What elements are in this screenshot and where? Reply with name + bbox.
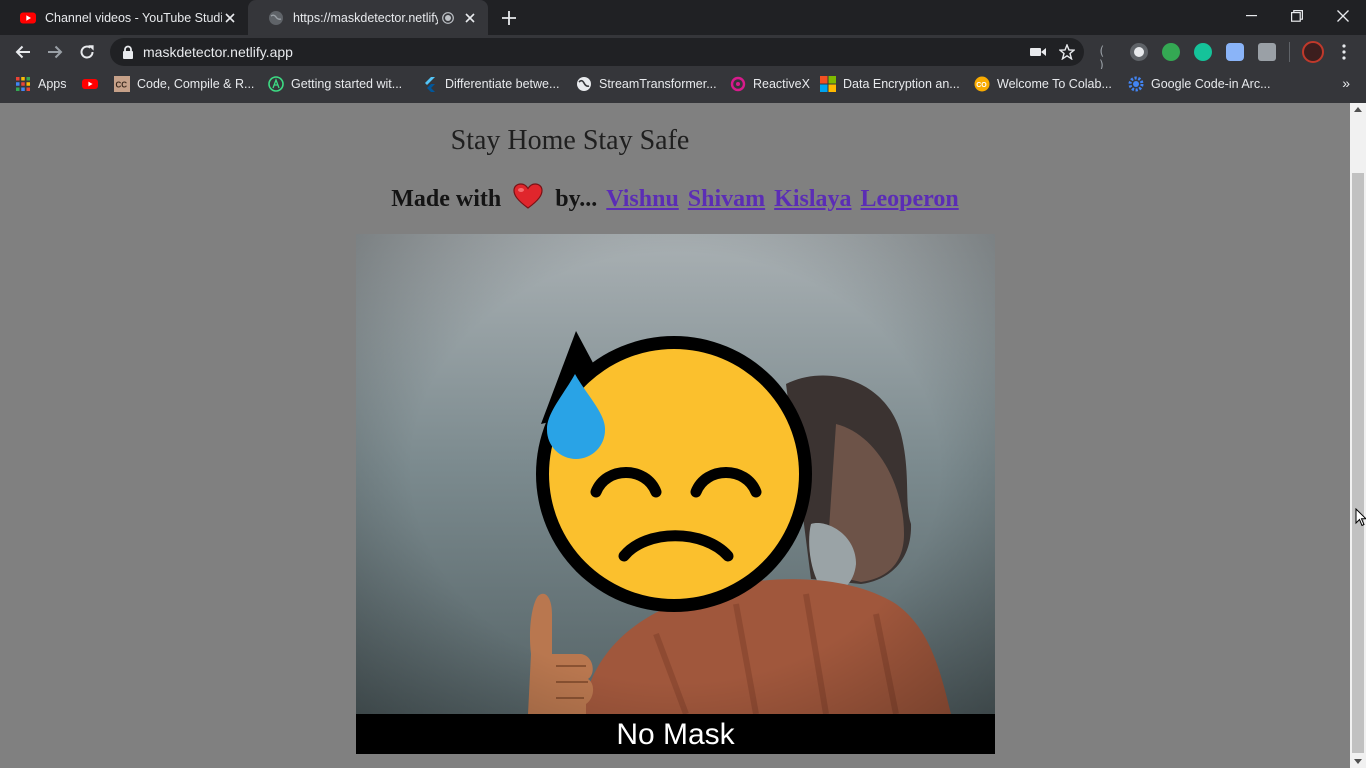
toolbar-divider bbox=[1289, 42, 1290, 62]
svg-text:CC: CC bbox=[116, 81, 128, 90]
android-studio-icon bbox=[268, 76, 284, 92]
gear-icon bbox=[1128, 76, 1144, 92]
author-link-leoperon[interactable]: Leoperon bbox=[861, 186, 959, 212]
bookmark-code-compile[interactable]: CC Code, Compile & R... bbox=[114, 76, 254, 92]
address-bar[interactable]: maskdetector.netlify.app bbox=[110, 38, 1084, 66]
page-viewport: Stay Home Stay Safe Made with by... Vish… bbox=[0, 103, 1350, 768]
extension-b-plus-icon[interactable] bbox=[1162, 43, 1180, 61]
bookmark-colab[interactable]: CO Welcome To Colab... bbox=[974, 76, 1112, 92]
webcam-video-feed: No Mask bbox=[356, 234, 995, 754]
bookmark-label: ReactiveX bbox=[753, 77, 810, 91]
bookmarks-bar: Apps CC Code, Compile & R... Getting sta… bbox=[0, 69, 1366, 99]
author-link-vishnu[interactable]: Vishnu bbox=[606, 186, 679, 212]
youtube-icon bbox=[20, 12, 36, 23]
tab-title: https://maskdetector.netlify.app bbox=[293, 10, 438, 25]
colab-icon: CO bbox=[974, 76, 990, 92]
url-text: maskdetector.netlify.app bbox=[143, 44, 293, 60]
reload-icon bbox=[80, 45, 94, 59]
author-link-kislaya[interactable]: Kislaya bbox=[774, 186, 851, 212]
microsoft-icon bbox=[820, 76, 836, 92]
tab-youtube-studio[interactable]: Channel videos - YouTube Studio bbox=[0, 0, 248, 35]
extension-puzzle-icon[interactable] bbox=[1258, 43, 1276, 61]
camera-in-use-icon[interactable] bbox=[1030, 46, 1046, 58]
bookmark-apps[interactable]: Apps bbox=[15, 76, 67, 92]
minimize-button[interactable] bbox=[1228, 0, 1274, 32]
cc-icon: CC bbox=[114, 76, 130, 92]
mouse-cursor-icon bbox=[1355, 508, 1366, 527]
profile-avatar[interactable] bbox=[1302, 41, 1324, 63]
bookmark-youtube[interactable] bbox=[82, 76, 105, 92]
globe-icon bbox=[577, 77, 591, 91]
globe-icon bbox=[269, 10, 283, 25]
youtube-icon bbox=[82, 79, 98, 89]
bookmark-getting-started[interactable]: Getting started wit... bbox=[268, 76, 402, 92]
arrow-right-icon bbox=[48, 45, 63, 59]
author-link-shivam[interactable]: Shivam bbox=[688, 186, 765, 212]
tab-maskdetector[interactable]: https://maskdetector.netlify.app bbox=[248, 0, 488, 35]
menu-kebab-icon[interactable] bbox=[1337, 43, 1351, 61]
scroll-thumb[interactable] bbox=[1352, 173, 1364, 753]
bookmark-label: Differentiate betwe... bbox=[445, 77, 560, 91]
extension-code-icon[interactable]: ( ) bbox=[1098, 44, 1116, 72]
minimize-icon bbox=[1245, 15, 1257, 17]
bookmark-star-icon[interactable] bbox=[1059, 44, 1075, 60]
bookmark-label: StreamTransformer... bbox=[599, 77, 717, 91]
bookmark-label: Welcome To Colab... bbox=[997, 77, 1112, 91]
window-close-button[interactable] bbox=[1320, 0, 1366, 32]
flutter-icon bbox=[425, 77, 435, 92]
reactivex-icon bbox=[730, 76, 746, 92]
credits-line: Made with by... Vishnu Shivam Kislaya Le… bbox=[0, 183, 1350, 213]
credits-prefix: Made with bbox=[391, 186, 502, 212]
tab-title: Channel videos - YouTube Studio bbox=[45, 10, 222, 25]
tab-strip: Channel videos - YouTube Studio https://… bbox=[0, 0, 1366, 35]
restore-button[interactable] bbox=[1274, 0, 1320, 32]
page-heading: Stay Home Stay Safe bbox=[450, 125, 690, 156]
tab-close-icon[interactable] bbox=[222, 10, 238, 26]
browser-toolbar: maskdetector.netlify.app ( ) bbox=[0, 35, 1366, 72]
extension-record-icon[interactable] bbox=[1130, 43, 1148, 61]
bookmark-label: Code, Compile & R... bbox=[137, 77, 255, 91]
bookmark-reactivex[interactable]: ReactiveX bbox=[730, 76, 810, 92]
apps-grid-icon bbox=[16, 77, 30, 91]
svg-text:CO: CO bbox=[976, 82, 987, 89]
bookmark-label: Google Code-in Arc... bbox=[1151, 77, 1271, 91]
lock-icon bbox=[123, 45, 133, 59]
bookmark-google-code-in[interactable]: Google Code-in Arc... bbox=[1128, 76, 1271, 92]
browser-chrome: Channel videos - YouTube Studio https://… bbox=[0, 0, 1366, 103]
credits-by: by... bbox=[555, 186, 598, 212]
bookmark-differentiate[interactable]: Differentiate betwe... bbox=[422, 76, 559, 92]
bookmark-label: Getting started wit... bbox=[291, 77, 403, 91]
bookmark-data-encryption[interactable]: Data Encryption an... bbox=[820, 76, 960, 92]
bookmark-label: Data Encryption an... bbox=[843, 77, 960, 91]
recording-indicator-icon bbox=[442, 11, 454, 24]
scroll-down-arrow-icon[interactable] bbox=[1354, 759, 1362, 764]
bookmark-label: Apps bbox=[38, 77, 67, 91]
heart-icon bbox=[513, 183, 543, 209]
extension-grammarly-icon[interactable] bbox=[1194, 43, 1212, 61]
arrow-left-icon bbox=[15, 45, 30, 59]
close-icon bbox=[1337, 10, 1349, 22]
tab-close-icon[interactable] bbox=[462, 10, 478, 26]
bookmark-streamtransformer[interactable]: StreamTransformer... bbox=[576, 76, 717, 92]
prediction-label: No Mask bbox=[356, 714, 995, 754]
webcam-frame bbox=[356, 234, 995, 754]
scroll-up-arrow-icon[interactable] bbox=[1354, 107, 1362, 112]
new-tab-button[interactable] bbox=[498, 8, 520, 28]
reload-button[interactable] bbox=[75, 40, 99, 64]
plus-icon bbox=[502, 11, 516, 25]
vertical-scrollbar[interactable] bbox=[1350, 103, 1366, 768]
forward-button[interactable] bbox=[43, 40, 67, 64]
back-button[interactable] bbox=[11, 40, 35, 64]
extension-chat-icon[interactable] bbox=[1226, 43, 1244, 61]
restore-icon bbox=[1291, 10, 1303, 22]
bookmarks-overflow-button[interactable]: » bbox=[1342, 75, 1350, 91]
